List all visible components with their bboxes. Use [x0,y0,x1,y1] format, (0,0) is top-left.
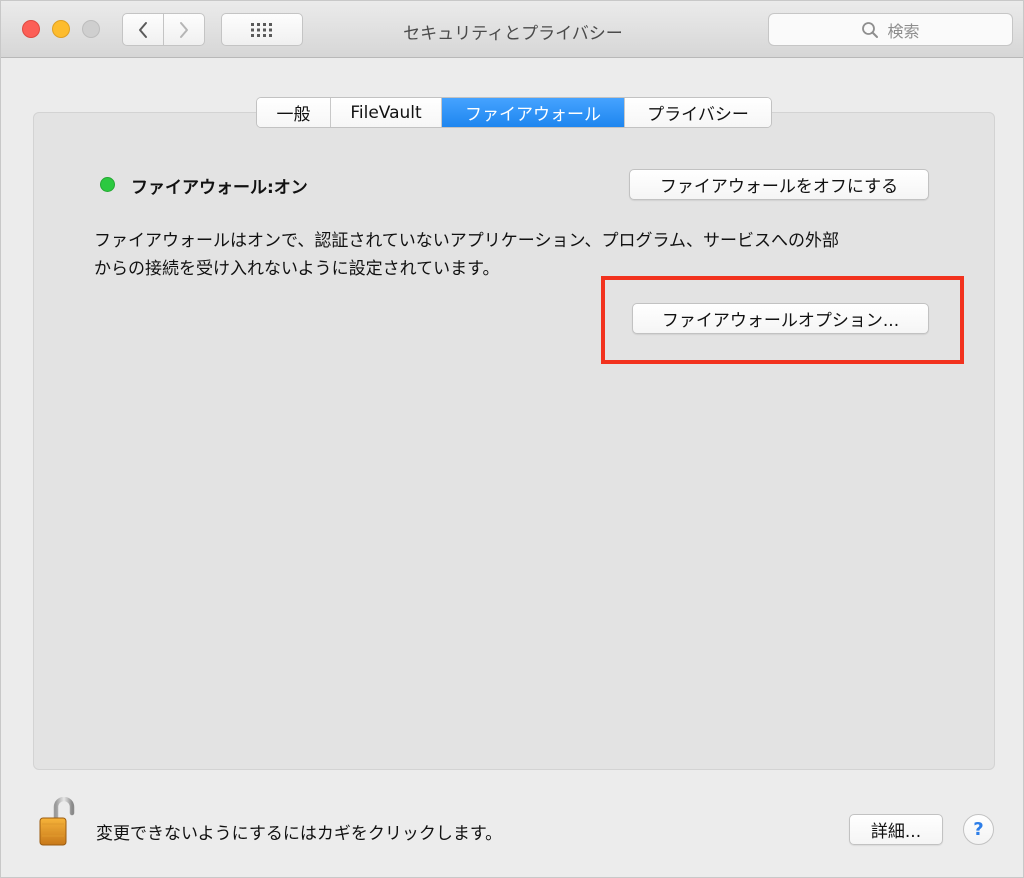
tab-filevault[interactable]: FileVault [331,98,442,127]
help-icon[interactable]: ? [963,814,994,845]
back-button[interactable] [122,13,164,46]
description-line: ファイアウォールはオンで、認証されていないアプリケーション、プログラム、サービス… [94,231,839,251]
content-panel [33,112,995,770]
firewall-status-indicator [100,177,115,192]
chevron-left-icon [139,21,147,38]
firewall-status-label: ファイアウォール:オン [131,178,308,198]
search-placeholder: 検索 [887,21,920,41]
search-field[interactable]: 検索 [768,13,1013,46]
tab-general[interactable]: 一般 [257,98,331,127]
title-bar: セキュリティとプライバシー 検索 [1,1,1023,58]
grid-icon [251,22,272,37]
lock-instruction-text: 変更できないようにするにはカギをクリックします。 [96,824,503,844]
window-title: セキュリティとプライバシー [403,24,623,44]
tab-bar: 一般 FileVault ファイアウォール プライバシー [256,97,772,128]
forward-button[interactable] [163,13,205,46]
description-line: からの接続を受け入れないように設定されています。 [94,259,500,279]
lock-open-icon[interactable] [39,797,75,847]
advanced-button[interactable]: 詳細... [849,814,943,845]
close-icon[interactable] [22,20,40,38]
chevron-right-icon [180,21,188,38]
preferences-window: セキュリティとプライバシー 検索 一般 FileVault ファイアウォール プ… [0,0,1024,878]
zoom-icon[interactable] [82,20,100,38]
firewall-options-button[interactable]: ファイアウォールオプション... [632,303,929,334]
tab-firewall[interactable]: ファイアウォール [442,98,625,127]
firewall-description: ファイアウォールはオンで、認証されていないアプリケーション、プログラム、サービス… [94,227,924,283]
help-label: ? [973,819,984,840]
minimize-icon[interactable] [52,20,70,38]
tab-privacy[interactable]: プライバシー [625,98,771,127]
search-icon [862,21,879,38]
show-all-button[interactable] [221,13,303,46]
turn-off-firewall-button[interactable]: ファイアウォールをオフにする [629,169,929,200]
